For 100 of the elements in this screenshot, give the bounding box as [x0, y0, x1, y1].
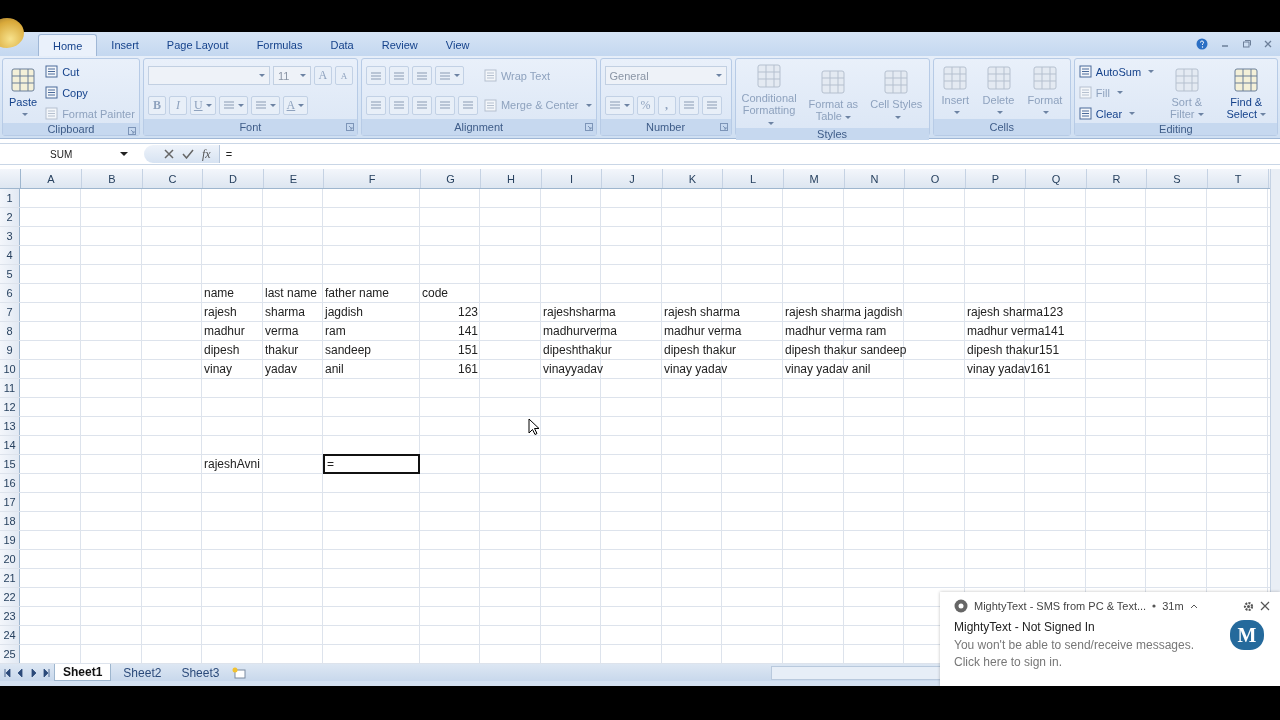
- row-header[interactable]: 22: [0, 588, 20, 606]
- settings-icon[interactable]: [1243, 600, 1254, 612]
- chevron-up-icon[interactable]: [1189, 603, 1198, 609]
- row-header[interactable]: 21: [0, 569, 20, 587]
- row-header[interactable]: 17: [0, 493, 20, 511]
- formula-field[interactable]: =: [219, 148, 233, 160]
- row-header[interactable]: 11: [0, 379, 20, 397]
- row-header[interactable]: 14: [0, 436, 20, 454]
- column-header[interactable]: N: [845, 169, 905, 188]
- sheet-tab[interactable]: Sheet2: [115, 664, 170, 681]
- row-header[interactable]: 6: [0, 284, 20, 302]
- help-icon[interactable]: [1196, 38, 1208, 50]
- column-header[interactable]: P: [966, 169, 1026, 188]
- checkmark-icon[interactable]: [182, 149, 194, 159]
- ribbon-button[interactable]: Copy: [45, 83, 88, 102]
- close-icon[interactable]: [1264, 39, 1272, 49]
- row-header[interactable]: 2: [0, 208, 20, 226]
- ribbon-tab[interactable]: Home: [38, 34, 98, 56]
- lines-icon: [45, 86, 59, 99]
- column-header[interactable]: C: [143, 169, 203, 188]
- restore-icon[interactable]: [1242, 39, 1252, 49]
- row-header[interactable]: 19: [0, 531, 20, 549]
- table-cell-text: sandeep: [324, 342, 373, 359]
- grid-icon: [1030, 63, 1059, 92]
- row-header[interactable]: 18: [0, 512, 20, 530]
- row-header[interactable]: 15: [0, 455, 20, 473]
- group-label: Styles: [817, 128, 848, 140]
- row-header[interactable]: 10: [0, 360, 20, 378]
- row-header[interactable]: 13: [0, 417, 20, 435]
- close-icon[interactable]: [1260, 601, 1270, 611]
- table-cell-text: 161: [456, 361, 479, 378]
- row-header[interactable]: 1: [0, 189, 20, 207]
- ribbon-button[interactable]: Paste: [7, 65, 40, 120]
- lines-icon: [1078, 65, 1092, 78]
- ribbon-tab[interactable]: Page Layout: [152, 34, 243, 56]
- sign-in-link[interactable]: Click here to sign in.: [954, 654, 1230, 671]
- column-header[interactable]: J: [602, 169, 663, 188]
- grid-icon: [882, 68, 911, 96]
- row-header[interactable]: 9: [0, 341, 20, 359]
- column-header[interactable]: K: [663, 169, 723, 188]
- grid-icon: [1172, 65, 1201, 94]
- launcher-icon[interactable]: [719, 123, 728, 131]
- row-header[interactable]: 23: [0, 607, 20, 625]
- group-label: Editing: [1159, 123, 1193, 135]
- insert-function-button[interactable]: fx: [202, 146, 211, 162]
- launcher-icon[interactable]: [127, 127, 136, 135]
- ribbon-tab[interactable]: Insert: [97, 34, 153, 56]
- row-header[interactable]: 3: [0, 227, 20, 245]
- launcher-icon[interactable]: [345, 123, 354, 131]
- column-header[interactable]: G: [421, 169, 481, 188]
- row-header[interactable]: 24: [0, 626, 20, 644]
- column-header[interactable]: S: [1147, 169, 1208, 188]
- sheet-tab[interactable]: Sheet3: [173, 664, 228, 681]
- ribbon-button[interactable]: Clear: [1078, 104, 1136, 123]
- office-button[interactable]: [0, 18, 24, 48]
- table-cell-text: madhur verma: [663, 323, 743, 340]
- column-header[interactable]: R: [1087, 169, 1147, 188]
- column-header[interactable]: M: [784, 169, 845, 188]
- row-header[interactable]: 4: [0, 246, 20, 264]
- ribbon-button[interactable]: Find & Select: [1219, 65, 1273, 120]
- column-header[interactable]: L: [723, 169, 784, 188]
- row-header[interactable]: 25: [0, 645, 20, 663]
- insert-sheet-icon[interactable]: [231, 666, 248, 679]
- column-header[interactable]: I: [542, 169, 602, 188]
- sheet-navigation-icon[interactable]: [4, 668, 50, 677]
- table-cell-text: verma: [264, 323, 300, 340]
- row-header[interactable]: 16: [0, 474, 20, 492]
- ribbon-tab[interactable]: View: [431, 34, 484, 56]
- row-header[interactable]: 20: [0, 550, 20, 568]
- column-header[interactable]: F: [324, 169, 421, 188]
- ribbon-button[interactable]: AutoSum: [1078, 62, 1155, 81]
- ribbon-tab[interactable]: Data: [316, 34, 368, 56]
- lines-icon: [415, 70, 428, 81]
- name-box[interactable]: SUM: [0, 144, 134, 164]
- notification-time: 31m: [1162, 600, 1184, 612]
- table-cell-text: rajesh sharma jagdish: [784, 304, 904, 321]
- ribbon-button[interactable]: Cut: [45, 62, 80, 81]
- table-cell-text: vinay yadav anil: [784, 361, 872, 378]
- table-cell-text: rajeshsharma: [542, 304, 617, 321]
- row-header[interactable]: 5: [0, 265, 20, 283]
- sheet-tab[interactable]: Sheet1: [54, 664, 112, 681]
- column-header[interactable]: D: [203, 169, 264, 188]
- column-header[interactable]: B: [82, 169, 143, 188]
- row-header[interactable]: 12: [0, 398, 20, 416]
- column-header[interactable]: O: [905, 169, 966, 188]
- cancel-icon[interactable]: [164, 149, 174, 159]
- column-header[interactable]: H: [481, 169, 542, 188]
- ribbon-tab[interactable]: Review: [367, 34, 432, 56]
- table-cell-text: dipesh thakur151: [966, 342, 1061, 359]
- column-header[interactable]: E: [264, 169, 324, 188]
- column-header[interactable]: A: [21, 169, 82, 188]
- ring-icon: [954, 599, 968, 613]
- launcher-icon[interactable]: [584, 123, 593, 131]
- row-header[interactable]: 8: [0, 322, 20, 340]
- column-header[interactable]: T: [1208, 169, 1269, 188]
- ribbon-tab[interactable]: Formulas: [242, 34, 317, 56]
- lines-icon: [483, 98, 497, 112]
- notification-popup[interactable]: MightyText - SMS from PC & Text... 31m MightyText - Not Signed In You won't be able to send/receive messages. Click here to sign in. M: [940, 592, 1280, 686]
- column-header[interactable]: Q: [1026, 169, 1087, 188]
- row-header[interactable]: 7: [0, 303, 20, 321]
